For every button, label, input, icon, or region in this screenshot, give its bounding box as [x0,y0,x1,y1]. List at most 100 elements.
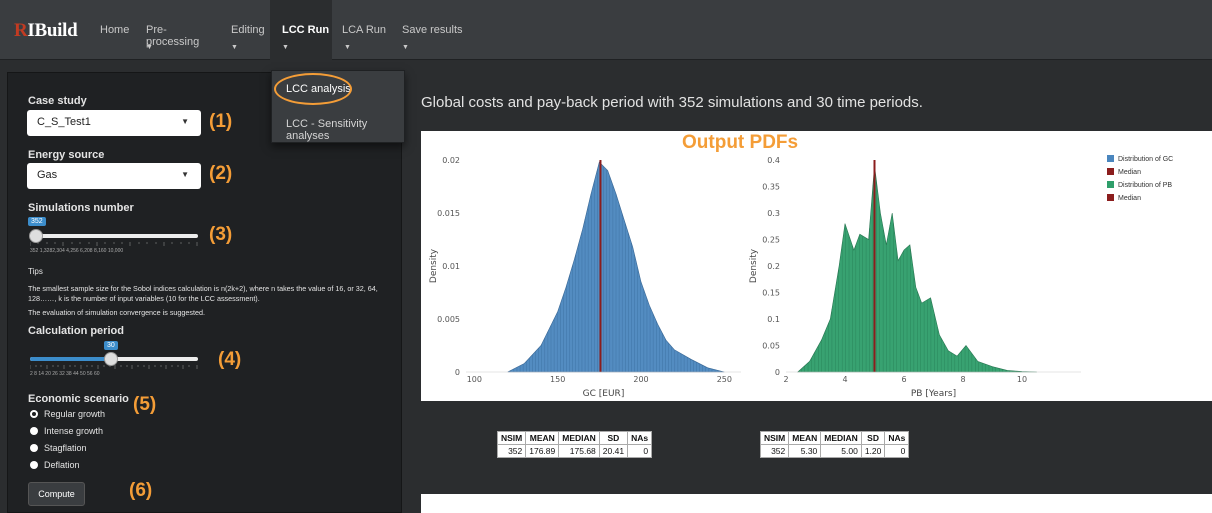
logo-r: R [14,20,28,41]
tips-text: The smallest sample size for the Sobol i… [28,284,378,303]
menu-item-label: LCC - Sensitivity analyses [286,118,368,142]
pb-stats-table: NSIM MEAN MEDIAN SD NAs 352 5.30 5.00 1.… [759,431,910,458]
legend-item-gc: Distribution of GC [1107,155,1173,163]
radio-label: Stagflation [44,443,87,453]
nav-editing-label: Editing [231,24,265,36]
pb-y-axis-label: Density [749,248,759,283]
legend-swatch [1107,194,1114,201]
economic-scenario-label: Economic scenario [28,393,129,405]
tips-title: Tips [28,267,43,276]
compute-button[interactable]: Compute [28,482,85,506]
nav-lca-run[interactable]: LCA Run ▼ [332,0,390,60]
radio-icon [30,461,38,469]
pb-x-tick-label: 4 [842,375,847,384]
gc-y-tick-label: 0.015 [437,209,460,218]
period-slider-ticks [30,365,198,369]
chevron-down-icon: ▼ [402,44,409,51]
gc-density-chart: 00.0050.010.0150.02100 150 200 250GC [EUR]D… [429,156,1081,399]
table-header: NAs [627,431,653,445]
simulations-slider-value: 352 [28,217,46,226]
next-panel [421,494,1212,513]
chevron-down-icon: ▼ [344,44,351,51]
gc-x-tick-label: 250 [717,375,732,384]
table-cell: 1.20 [860,444,886,458]
table-header: MEDIAN [558,431,600,445]
table-header: NAs [884,431,910,445]
pb-y-tick-label: 0.15 [762,289,780,298]
radio-label: Intense growth [44,426,104,436]
chevron-down-icon: ▼ [282,44,289,51]
pb-x-tick-label: 6 [901,375,906,384]
radio-stagflation[interactable]: Stagflation [30,443,87,453]
gc-x-tick-label: 150 [550,375,565,384]
table-header: NSIM [496,431,527,445]
pb-y-tick-label: 0.4 [767,156,780,165]
pb-y-tick-label: 0.2 [767,262,780,271]
table-cell: 0 [884,444,910,458]
simulations-slider-ticks [30,242,198,246]
legend-label: Distribution of PB [1118,182,1173,189]
pb-x-tick-label: 2 [783,375,788,384]
legend-item-pb: Distribution of PB [1107,181,1172,189]
table-header: NSIM [759,431,790,445]
case-study-select[interactable]: C_S_Test1 ▼ [27,110,201,136]
nav-editing[interactable]: Editing ▼ [219,0,267,60]
radio-label: Regular growth [44,409,106,419]
legend-swatch [1107,181,1114,188]
pb-y-tick-label: 0.35 [762,183,780,192]
radio-icon [30,427,38,435]
nav-save-results[interactable]: Save results ▼ [390,0,468,60]
gc-y-tick-label: 0 [455,368,460,377]
energy-source-value: Gas [37,169,58,181]
logo-text: IBuild [27,20,78,41]
table-header: MEAN [788,431,822,445]
gc-x-tick-label: 100 [467,375,482,384]
table-header: MEAN [525,431,560,445]
radio-intense-growth[interactable]: Intense growth [30,426,103,436]
nav-home[interactable]: Home [88,0,133,60]
radio-regular-growth[interactable]: Regular growth [30,409,105,419]
output-pdfs-heading: Output PDFs [682,132,799,153]
table-cell: 352 [759,444,790,458]
table-row: 352 5.30 5.00 1.20 0 [759,444,910,458]
period-slider-handle[interactable] [104,352,118,366]
table-cell: 0 [627,444,653,458]
table-row: 352 176.89 175.68 20.41 0 [496,444,653,458]
simulations-number-label: Simulations number [28,202,134,214]
pb-y-tick-label: 0.3 [767,209,780,218]
nav-preprocessing[interactable]: Pre-processing ▼ [134,0,218,60]
legend-label: Distribution of GC [1118,156,1174,163]
nav-preprocessing-label: Pre-processing [146,24,200,48]
annotation-4: (4) [218,349,242,370]
annotation-6: (6) [129,480,153,501]
radio-icon [30,444,38,452]
table-cell: 352 [496,444,527,458]
case-study-value: C_S_Test1 [37,116,91,128]
table-cell: 5.30 [788,444,822,458]
nav-lcc-run[interactable]: LCC Run ▼ [270,0,332,60]
brand-logo[interactable]: RIBuild [14,20,80,44]
table-header-row: NSIM MEAN MEDIAN SD NAs [496,431,653,445]
page-title: Global costs and pay-back period with 35… [421,94,923,111]
radio-deflation[interactable]: Deflation [30,460,80,470]
table-cell: 176.89 [525,444,560,458]
gc-x-tick-label: 200 [633,375,648,384]
table-header: SD [860,431,886,445]
annotation-5: (5) [133,394,157,415]
simulations-slider-handle[interactable] [29,229,43,243]
case-study-label: Case study [28,95,87,107]
legend-item-median-gc: Median [1107,168,1141,176]
energy-source-label: Energy source [28,149,105,161]
chevron-down-icon: ▼ [181,117,189,126]
pb-x-tick-label: 10 [1017,375,1027,384]
legend-label: Median [1118,169,1141,176]
table-header: MEDIAN [820,431,862,445]
pb-y-tick-label: 0.05 [762,342,780,351]
energy-source-select[interactable]: Gas ▼ [27,163,201,189]
legend-swatch [1107,168,1114,175]
annotation-3: (3) [209,224,233,245]
simulations-slider-track[interactable] [30,234,198,238]
menu-item-lcc-sensitivity[interactable]: LCC - Sensitivity analyses [272,118,404,142]
pb-y-tick-label: 0.1 [767,315,780,324]
calculation-period-label: Calculation period [28,325,124,337]
